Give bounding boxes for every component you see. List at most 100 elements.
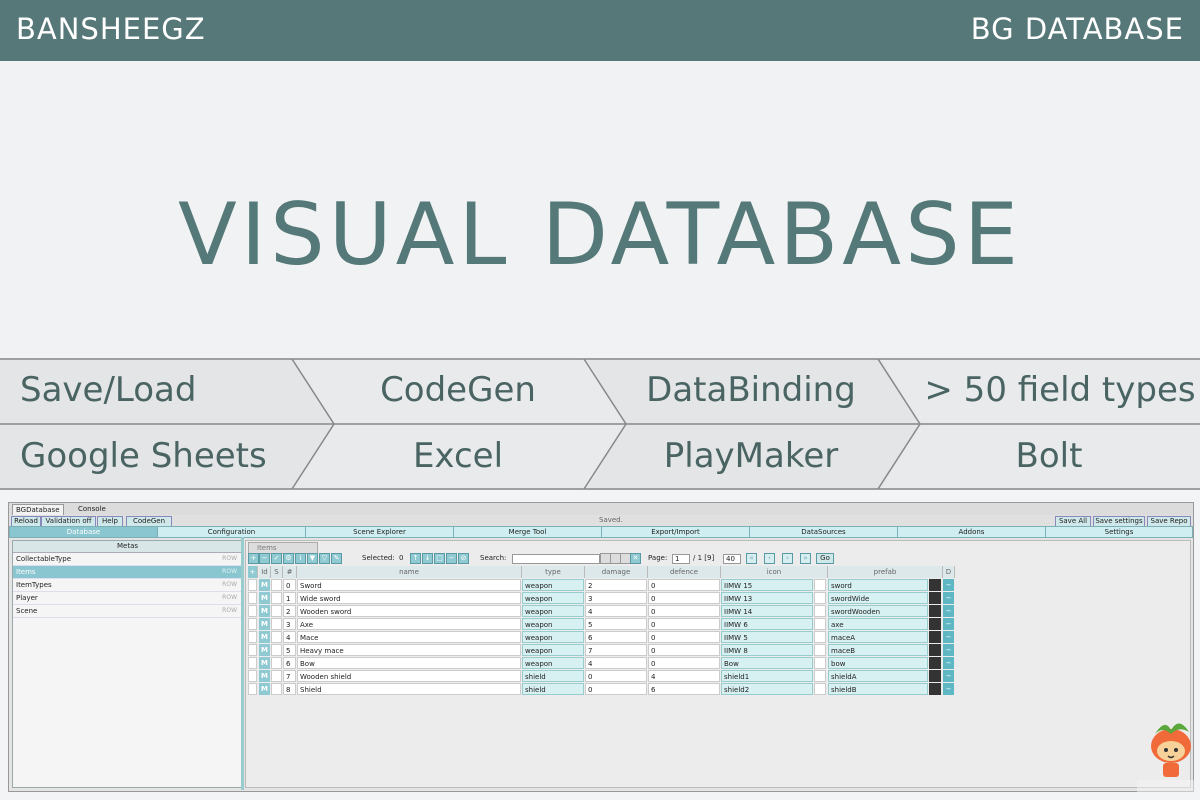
- name-cell[interactable]: Wooden sword: [297, 605, 521, 617]
- table-row[interactable]: M 4 Mace weapon 6 0 IIMW 5 maceA −: [248, 631, 956, 643]
- damage-cell[interactable]: 4: [585, 657, 647, 669]
- defence-cell[interactable]: 0: [648, 631, 720, 643]
- meta-button[interactable]: M: [259, 579, 270, 591]
- tab-configuration[interactable]: Configuration: [157, 526, 306, 538]
- type-cell[interactable]: shield: [522, 670, 584, 682]
- prefab-cell[interactable]: sword: [828, 579, 928, 591]
- delete-row-icon[interactable]: −: [943, 631, 954, 643]
- damage-cell[interactable]: 0: [585, 683, 647, 695]
- meta-button[interactable]: M: [259, 683, 270, 695]
- tab-scene-explorer[interactable]: Scene Explorer: [305, 526, 454, 538]
- name-cell[interactable]: Sword: [297, 579, 521, 591]
- meta-item-scene[interactable]: Scene ROW: [13, 605, 242, 618]
- defence-cell[interactable]: 4: [648, 670, 720, 682]
- icon-cell[interactable]: IIMW 13: [721, 592, 813, 604]
- tab-database[interactable]: Database: [9, 526, 158, 538]
- window-tab-console[interactable]: Console: [75, 504, 109, 514]
- defence-cell[interactable]: 0: [648, 592, 720, 604]
- go-button[interactable]: Go: [816, 553, 834, 564]
- prefab-cell[interactable]: maceB: [828, 644, 928, 656]
- prefab-cell[interactable]: swordWide: [828, 592, 928, 604]
- damage-cell[interactable]: 3: [585, 592, 647, 604]
- type-cell[interactable]: weapon: [522, 592, 584, 604]
- column-header[interactable]: defence: [648, 566, 721, 578]
- icon-cell[interactable]: IIMW 6: [721, 618, 813, 630]
- delete-row-icon[interactable]: −: [943, 605, 954, 617]
- add-icon[interactable]: +: [248, 553, 259, 564]
- search-input[interactable]: [512, 554, 600, 564]
- column-header[interactable]: Id: [259, 566, 271, 578]
- defence-cell[interactable]: 0: [648, 579, 720, 591]
- table-row[interactable]: M 5 Heavy mace weapon 7 0 IIMW 8 maceB −: [248, 644, 956, 656]
- select-checkbox[interactable]: [271, 657, 282, 669]
- gear-icon[interactable]: ⚙: [283, 553, 294, 564]
- damage-cell[interactable]: 4: [585, 605, 647, 617]
- meta-button[interactable]: M: [259, 618, 270, 630]
- type-cell[interactable]: weapon: [522, 605, 584, 617]
- type-cell[interactable]: weapon: [522, 631, 584, 643]
- tab-settings[interactable]: Settings: [1045, 526, 1193, 538]
- filter-clear-icon[interactable]: ▽: [319, 553, 330, 564]
- column-header[interactable]: name: [297, 566, 522, 578]
- select-checkbox[interactable]: [271, 644, 282, 656]
- column-header[interactable]: S: [271, 566, 283, 578]
- move-down-icon[interactable]: ↓: [422, 553, 433, 564]
- meta-button[interactable]: M: [259, 631, 270, 643]
- delete-row-icon[interactable]: −: [943, 657, 954, 669]
- delete-row-icon[interactable]: −: [943, 644, 954, 656]
- icon-cell[interactable]: IIMW 14: [721, 605, 813, 617]
- column-header[interactable]: #: [283, 566, 297, 578]
- table-row[interactable]: M 7 Wooden shield shield 0 4 shield1 shieldA −: [248, 670, 956, 682]
- name-cell[interactable]: Heavy mace: [297, 644, 521, 656]
- select-checkbox[interactable]: [271, 605, 282, 617]
- tab-datasources[interactable]: DataSources: [749, 526, 898, 538]
- name-cell[interactable]: Bow: [297, 657, 521, 669]
- page-input[interactable]: 1: [672, 554, 690, 564]
- table-row[interactable]: M 6 Bow weapon 4 0 Bow bow −: [248, 657, 956, 669]
- window-tab-bgdatabase[interactable]: BGDatabase: [12, 504, 64, 515]
- move-up-icon[interactable]: ↑: [410, 553, 421, 564]
- icon-cell[interactable]: IIMW 15: [721, 579, 813, 591]
- delete-selected-icon[interactable]: −: [446, 553, 457, 564]
- icon-cell[interactable]: shield2: [721, 683, 813, 695]
- meta-item-player[interactable]: Player ROW: [13, 592, 242, 605]
- name-cell[interactable]: Mace: [297, 631, 521, 643]
- panel-splitter[interactable]: [241, 537, 244, 790]
- remove-icon[interactable]: −: [259, 553, 270, 564]
- type-cell[interactable]: weapon: [522, 579, 584, 591]
- table-row[interactable]: M 1 Wide sword weapon 3 0 IIMW 13 swordWide −: [248, 592, 956, 604]
- type-cell[interactable]: weapon: [522, 657, 584, 669]
- next-page-icon[interactable]: ›: [782, 553, 793, 564]
- defence-cell[interactable]: 0: [648, 605, 720, 617]
- defence-cell[interactable]: 0: [648, 657, 720, 669]
- first-page-icon[interactable]: «: [746, 553, 757, 564]
- meta-item-collectabletype[interactable]: CollectableType ROW: [13, 553, 242, 566]
- tab-addons[interactable]: Addons: [897, 526, 1046, 538]
- name-cell[interactable]: Shield: [297, 683, 521, 695]
- meta-button[interactable]: M: [259, 605, 270, 617]
- prefab-cell[interactable]: bow: [828, 657, 928, 669]
- clear-search-icon[interactable]: ✕: [630, 553, 641, 564]
- table-row[interactable]: M 3 Axe weapon 5 0 IIMW 6 axe −: [248, 618, 956, 630]
- delete-row-icon[interactable]: −: [943, 618, 954, 630]
- last-page-icon[interactable]: »: [800, 553, 811, 564]
- filter-icon[interactable]: ▼: [307, 553, 318, 564]
- select-checkbox[interactable]: [271, 579, 282, 591]
- delete-row-icon[interactable]: −: [943, 670, 954, 682]
- damage-cell[interactable]: 2: [585, 579, 647, 591]
- select-checkbox[interactable]: [271, 683, 282, 695]
- icon-cell[interactable]: shield1: [721, 670, 813, 682]
- type-cell[interactable]: weapon: [522, 644, 584, 656]
- column-header[interactable]: icon: [721, 566, 828, 578]
- tab-merge-tool[interactable]: Merge Tool: [453, 526, 602, 538]
- edit-icon[interactable]: ✎: [331, 553, 342, 564]
- column-header[interactable]: type: [522, 566, 585, 578]
- prefab-cell[interactable]: maceA: [828, 631, 928, 643]
- prefab-cell[interactable]: axe: [828, 618, 928, 630]
- name-cell[interactable]: Wooden shield: [297, 670, 521, 682]
- meta-button[interactable]: M: [259, 670, 270, 682]
- table-row[interactable]: M 2 Wooden sword weapon 4 0 IIMW 14 swordWooden…: [248, 605, 956, 617]
- damage-cell[interactable]: 0: [585, 670, 647, 682]
- damage-cell[interactable]: 6: [585, 631, 647, 643]
- name-cell[interactable]: Wide sword: [297, 592, 521, 604]
